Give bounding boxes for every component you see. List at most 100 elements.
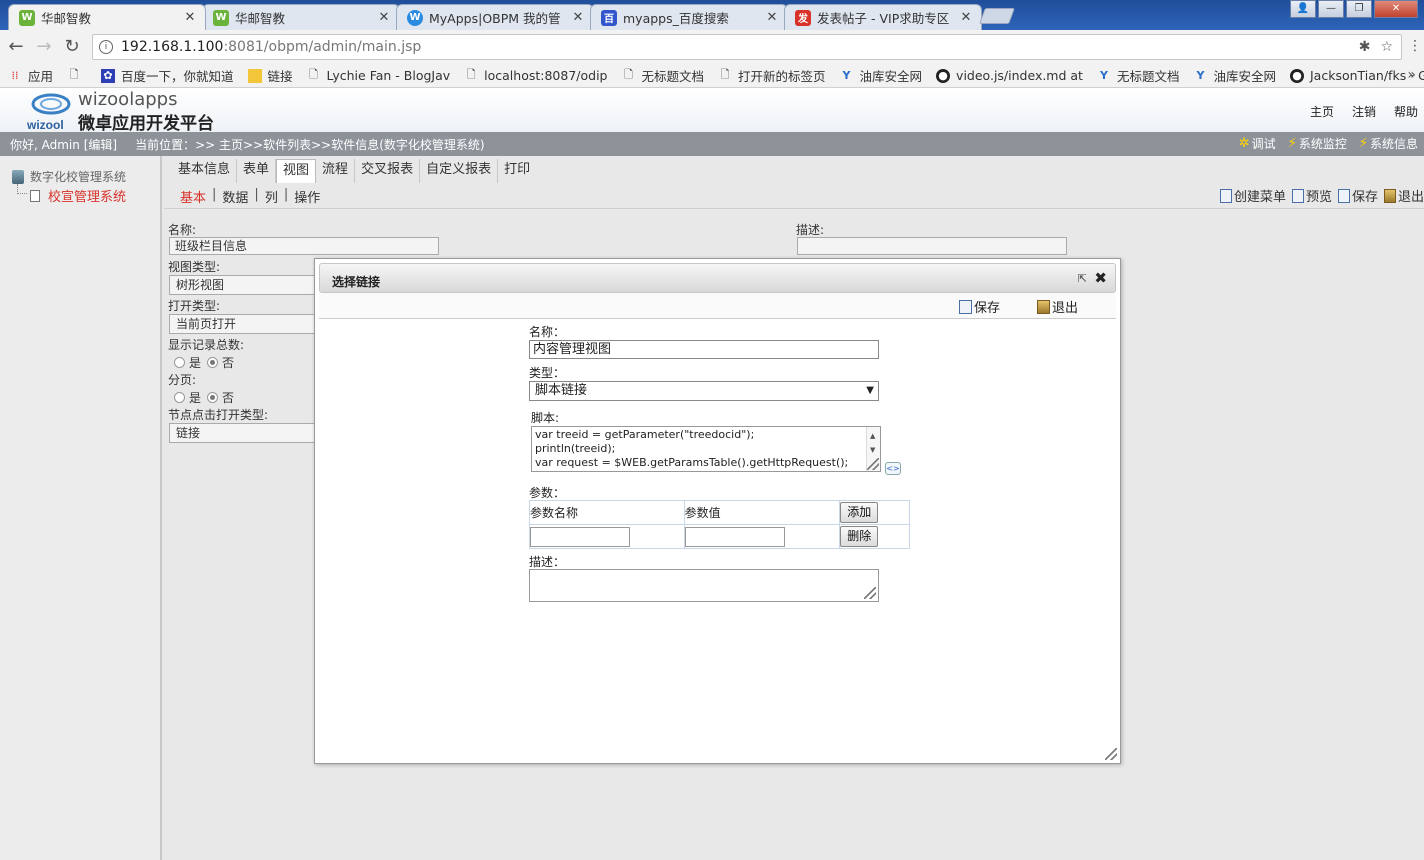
- create-menu-button[interactable]: 创建菜单: [1219, 186, 1286, 205]
- bookmark-item[interactable]: Y 油库安全网: [840, 66, 923, 85]
- bookmark-item[interactable]: 🗋: [67, 68, 87, 83]
- tab-cross-report[interactable]: 交叉报表: [355, 159, 421, 183]
- close-tab-icon[interactable]: ✕: [377, 10, 391, 25]
- paging-radios: 是 否: [168, 389, 234, 406]
- site-info-icon[interactable]: i: [99, 40, 113, 54]
- name-field[interactable]: 班级栏目信息: [169, 237, 439, 255]
- svg-text:wizool: wizool: [26, 118, 64, 130]
- description-field[interactable]: [797, 237, 1067, 255]
- monitor-tool[interactable]: ⚡ 系统监控: [1288, 135, 1347, 152]
- param-name-input[interactable]: [530, 526, 630, 547]
- link-type-select[interactable]: 脚本链接 ▼: [529, 381, 879, 401]
- bookmark-label: 油库安全网: [859, 69, 923, 84]
- browser-menu-icon[interactable]: ⋮: [1408, 38, 1422, 54]
- address-bar[interactable]: i 192.168.1.100:8081/obpm/admin/main.jsp…: [92, 34, 1402, 60]
- reload-icon[interactable]: ↻: [62, 37, 82, 57]
- extension-puzzle-icon[interactable]: ✱: [1359, 39, 1371, 55]
- param-value-input[interactable]: [684, 526, 785, 547]
- subtab-basic[interactable]: 基本: [180, 187, 206, 206]
- sysinfo-tool[interactable]: ⚡ 系统信息: [1359, 135, 1418, 152]
- subtab-operations[interactable]: 操作: [294, 187, 320, 206]
- paging-yes-radio[interactable]: [174, 392, 185, 403]
- close-tab-icon[interactable]: ✕: [183, 10, 197, 25]
- minimize-button[interactable]: —: [1318, 0, 1344, 18]
- window-close-button[interactable]: ✕: [1374, 0, 1418, 18]
- user-greeting[interactable]: 你好, Admin [编辑]: [10, 136, 117, 153]
- browser-tab[interactable]: W 华邮智教 ✕: [8, 4, 206, 30]
- tab-flow[interactable]: 流程: [316, 159, 356, 183]
- bookmark-star-icon[interactable]: ☆: [1380, 39, 1393, 55]
- debug-tool[interactable]: ✲ 调试: [1239, 135, 1276, 152]
- bookmark-folder[interactable]: 链接: [247, 66, 293, 85]
- bookmark-label: Lychie Fan - BlogJav: [326, 68, 451, 83]
- script-textarea[interactable]: var treeid = getParameter("treedocid"); …: [531, 426, 881, 472]
- bookmark-item[interactable]: Y 油库安全网: [1193, 66, 1277, 85]
- bookmark-item[interactable]: 🗋 无标题文档: [622, 66, 704, 85]
- dialog-exit-button[interactable]: 退出: [1037, 297, 1078, 316]
- table-header-row: 参数名称 参数值 添加: [529, 500, 910, 525]
- divider: [164, 208, 1424, 209]
- bookmark-label: 打开新的标签页: [738, 69, 826, 84]
- subtab-columns[interactable]: 列: [265, 187, 278, 206]
- save-button[interactable]: 保存: [1337, 186, 1378, 205]
- browser-tab[interactable]: W 华邮智教 ✕: [202, 4, 400, 30]
- bookmark-item[interactable]: ● JacksonTian/fks · Git: [1290, 68, 1424, 83]
- back-icon[interactable]: ←: [6, 37, 26, 57]
- dialog-save-button[interactable]: 保存: [959, 297, 1000, 316]
- dialog-title-bar[interactable]: 选择链接 ⇱ ✖: [319, 263, 1116, 293]
- bookmarks-overflow-icon[interactable]: »: [1407, 67, 1416, 83]
- bookmark-item[interactable]: 🗋 Lychie Fan - BlogJav: [307, 68, 451, 83]
- bookmark-item[interactable]: 🗋 打开新的标签页: [718, 66, 826, 85]
- help-link[interactable]: 帮助: [1394, 103, 1418, 120]
- bookmark-item[interactable]: ✿ 百度一下，你就知道: [101, 66, 234, 85]
- page-icon: [30, 189, 40, 202]
- add-param-button[interactable]: 添加: [840, 502, 879, 523]
- new-tab-button[interactable]: [979, 8, 1015, 24]
- brand-name-cn: 微卓应用开发平台: [78, 114, 214, 134]
- logout-link[interactable]: 注销: [1352, 103, 1376, 120]
- profile-icon[interactable]: 👤: [1290, 0, 1316, 18]
- tab-basic-info[interactable]: 基本信息: [172, 159, 238, 183]
- browser-tab[interactable]: W MyApps|OBPM 我的管 ✕: [396, 4, 594, 30]
- link-name-input[interactable]: 内容管理视图: [529, 340, 879, 359]
- bookmark-item[interactable]: Y 无标题文档: [1097, 66, 1180, 85]
- action-label: 保存: [1351, 190, 1378, 205]
- tab-view[interactable]: 视图: [276, 159, 317, 183]
- tab-form[interactable]: 表单: [237, 159, 277, 183]
- delete-param-button[interactable]: 删除: [840, 526, 879, 547]
- node-click-select[interactable]: 链接: [169, 423, 319, 443]
- select-link-dialog: 选择链接 ⇱ ✖ 保存 退出 名称： 内容管理视图 类型： 脚本链接 ▼ 脚本:…: [314, 258, 1121, 764]
- exit-button[interactable]: 退出: [1383, 186, 1424, 205]
- paging-no-radio[interactable]: [207, 392, 219, 403]
- view-type-select[interactable]: 树形视图: [169, 275, 319, 295]
- show-count-no-radio[interactable]: [207, 357, 219, 368]
- resize-grip-icon[interactable]: [867, 458, 879, 470]
- show-count-yes-radio[interactable]: [174, 357, 185, 368]
- forward-icon[interactable]: →: [34, 37, 54, 57]
- resize-grip-icon[interactable]: [864, 587, 876, 599]
- close-tab-icon[interactable]: ✕: [959, 10, 973, 25]
- bookmark-item[interactable]: ● video.js/index.md at: [936, 68, 1083, 83]
- bookmark-apps[interactable]: ⁞⁞ 应用: [8, 66, 54, 85]
- preview-button[interactable]: 预览: [1291, 186, 1332, 205]
- close-tab-icon[interactable]: ✕: [571, 10, 585, 25]
- browser-tab[interactable]: 百 myapps_百度搜索 ✕: [590, 4, 788, 30]
- bookmark-item[interactable]: 🗋 localhost:8087/odip: [464, 68, 608, 83]
- dialog-description-textarea[interactable]: [529, 569, 879, 602]
- subtab-data[interactable]: 数据: [222, 187, 248, 206]
- browser-tab[interactable]: 发 发表帖子 - VIP求助专区 ✕: [784, 4, 982, 30]
- close-tab-icon[interactable]: ✕: [765, 10, 779, 25]
- tab-print[interactable]: 打印: [498, 159, 536, 183]
- maximize-button[interactable]: ❐: [1346, 0, 1372, 18]
- tree-root[interactable]: 数字化校管理系统: [12, 168, 126, 185]
- home-link[interactable]: 主页: [1310, 103, 1334, 120]
- save-icon: [1337, 188, 1350, 203]
- browser-tab-title: 华邮智教: [235, 11, 286, 26]
- tree-node[interactable]: 校宣管理系统: [30, 186, 126, 205]
- tab-custom-report[interactable]: 自定义报表: [420, 159, 499, 183]
- script-editor-icon[interactable]: <>: [885, 462, 901, 475]
- dialog-resize-grip-icon[interactable]: [1105, 748, 1117, 760]
- popout-icon[interactable]: ⇱: [1078, 272, 1087, 285]
- open-type-select[interactable]: 当前页打开: [169, 314, 319, 334]
- close-icon[interactable]: ✖: [1094, 269, 1107, 287]
